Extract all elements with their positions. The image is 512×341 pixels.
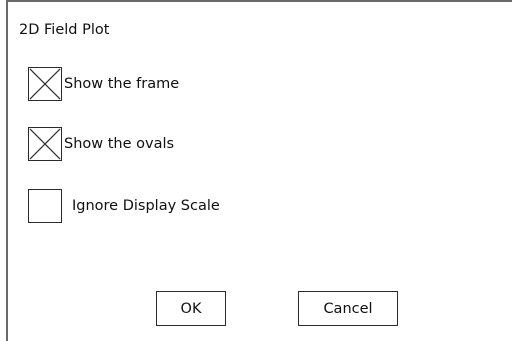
option-show-ovals[interactable]: Show the ovals (28, 126, 174, 162)
ignore-display-scale-label: Ignore Display Scale (72, 198, 220, 214)
ok-button[interactable]: OK (156, 291, 226, 326)
cancel-button[interactable]: Cancel (298, 291, 398, 326)
ignore-display-scale-checkbox[interactable] (28, 189, 62, 223)
show-frame-checkbox[interactable] (28, 67, 62, 101)
option-show-frame[interactable]: Show the frame (28, 66, 179, 102)
checked-x-icon (29, 128, 61, 160)
checked-x-icon (29, 68, 61, 100)
show-ovals-checkbox[interactable] (28, 127, 62, 161)
field-plot-dialog: 2D Field Plot Show the frame Show the ov… (6, 0, 512, 341)
dialog-title: 2D Field Plot (19, 22, 110, 38)
show-frame-label: Show the frame (64, 76, 180, 92)
option-ignore-display-scale[interactable]: Ignore Display Scale (28, 188, 220, 224)
show-ovals-label: Show the ovals (64, 136, 175, 152)
